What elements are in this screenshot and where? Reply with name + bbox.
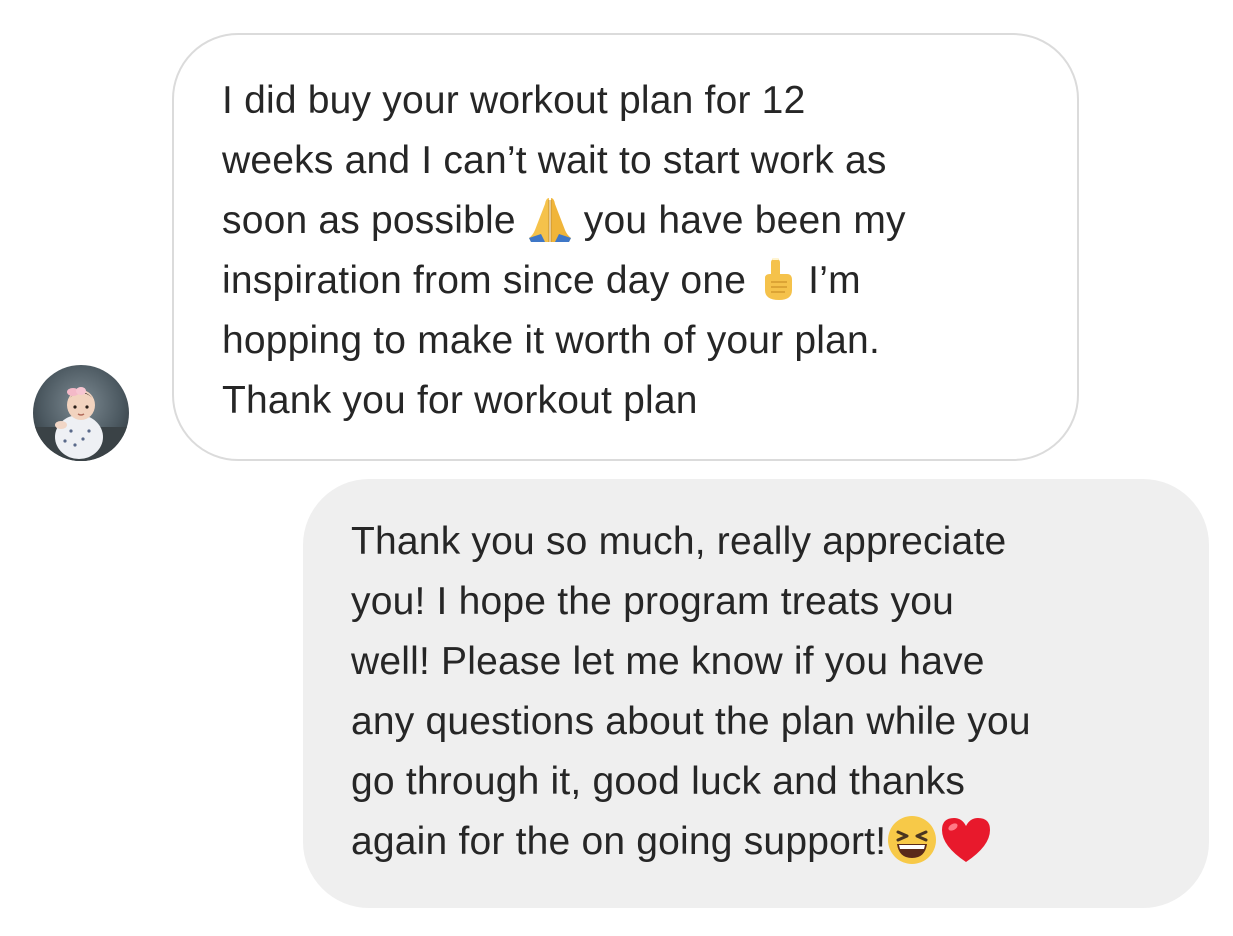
message-thread: I did buy your workout plan for 12 weeks… <box>0 0 1233 936</box>
folded-hands-icon <box>527 194 573 244</box>
message-line: soon as possible you have been my <box>222 191 1037 251</box>
message-text: soon as possible <box>222 199 527 242</box>
message-text: you have been my <box>572 199 906 242</box>
message-line: go through it, good luck and thanks <box>351 760 966 803</box>
message-line: Thank you so much, really appreciate <box>351 520 1007 563</box>
red-heart-icon <box>938 814 994 866</box>
incoming-message-bubble[interactable]: I did buy your workout plan for 12 weeks… <box>172 33 1079 461</box>
message-line: I did buy your workout plan for 12 <box>222 79 806 122</box>
message-line: again for the on going support! <box>351 812 1179 872</box>
message-text: again for the on going support! <box>351 820 887 863</box>
message-line: inspiration from since day one I’m <box>222 251 1037 311</box>
message-line: any questions about the plan while you <box>351 700 1031 743</box>
index-pointing-up-icon <box>757 256 797 302</box>
baby-avatar-photo-icon <box>33 365 129 461</box>
sender-avatar[interactable] <box>33 365 129 461</box>
outgoing-message-bubble[interactable]: Thank you so much, really appreciate you… <box>303 479 1209 908</box>
message-line: well! Please let me know if you have <box>351 640 985 683</box>
message-line: weeks and I can’t wait to start work as <box>222 139 887 182</box>
message-line: Thank you for workout plan <box>222 379 698 422</box>
message-line: hopping to make it worth of your plan. <box>222 319 880 362</box>
message-line: you! I hope the program treats you <box>351 580 954 623</box>
message-text: I’m <box>797 259 861 302</box>
message-text: inspiration from since day one <box>222 259 758 302</box>
grinning-squinting-face-icon <box>886 814 938 866</box>
